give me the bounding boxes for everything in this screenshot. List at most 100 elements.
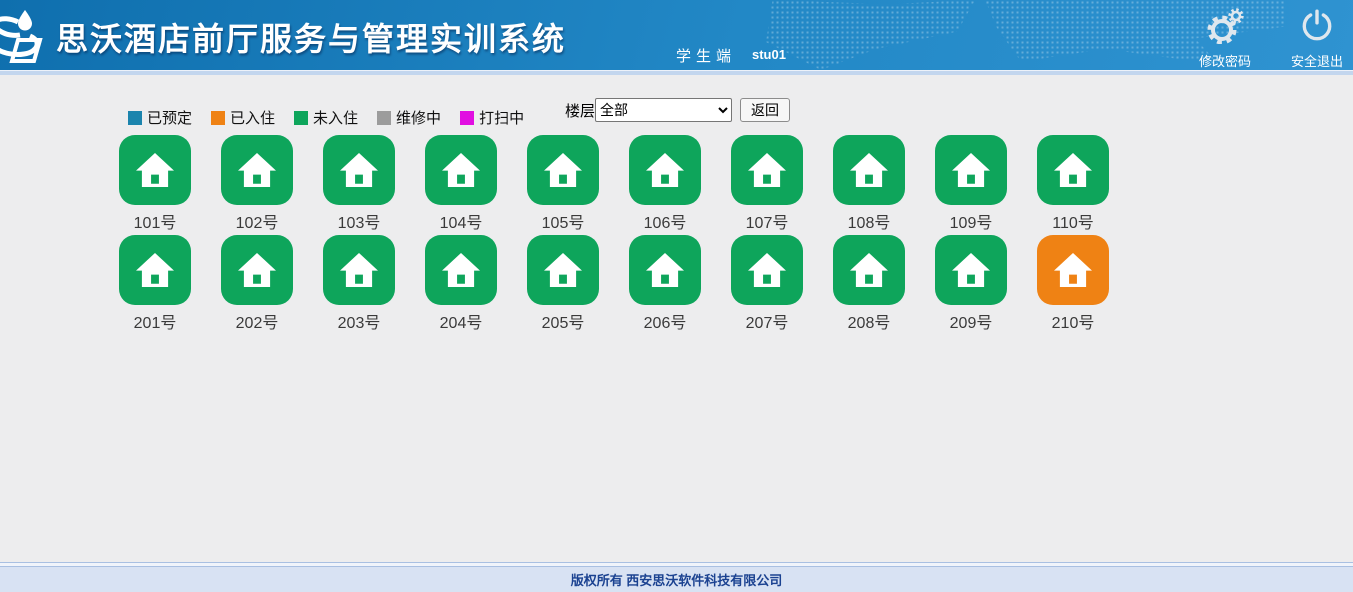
- legend-label: 打扫中: [479, 107, 524, 128]
- house-icon: [746, 151, 788, 189]
- app-logo: [0, 6, 54, 66]
- room-cell: 103号: [323, 135, 395, 233]
- back-button[interactable]: 返回: [740, 98, 790, 122]
- room-tile[interactable]: [221, 235, 293, 305]
- room-number-label: 102号: [221, 209, 293, 233]
- room-number-label: 209号: [935, 309, 1007, 333]
- power-icon: [1299, 8, 1335, 44]
- house-icon: [236, 151, 278, 189]
- room-cell: 109号: [935, 135, 1007, 233]
- legend-item: 已入住: [211, 107, 275, 128]
- page-title: 思沃酒店前厅服务与管理实训系统: [56, 14, 566, 60]
- room-cell: 206号: [629, 235, 701, 333]
- room-number-label: 206号: [629, 309, 701, 333]
- room-number-label: 204号: [425, 309, 497, 333]
- room-number-label: 201号: [119, 309, 191, 333]
- floor-filter-bar: 楼层 全部 返回: [565, 98, 790, 122]
- room-cell: 201号: [119, 235, 191, 333]
- room-tile[interactable]: [833, 235, 905, 305]
- legend-item: 已预定: [128, 107, 192, 128]
- room-number-label: 210号: [1037, 309, 1109, 333]
- floor-label: 楼层: [565, 100, 595, 121]
- room-row: 201号 202号 203号 204号 205号 206号 207号 208号 209号 210号: [119, 235, 1109, 333]
- room-tile[interactable]: [323, 235, 395, 305]
- room-cell: 209号: [935, 235, 1007, 333]
- header-bar: 思沃酒店前厅服务与管理实训系统 学生端 stu01 修改密码 安全退出: [0, 0, 1353, 70]
- room-number-label: 104号: [425, 209, 497, 233]
- copyright-text: 版权所有 西安思沃软件科技有限公司: [571, 570, 783, 589]
- room-tile[interactable]: [323, 135, 395, 205]
- room-tile[interactable]: [935, 235, 1007, 305]
- house-icon: [440, 151, 482, 189]
- logout-button[interactable]: 安全退出: [1282, 8, 1352, 70]
- room-tile[interactable]: [629, 235, 701, 305]
- house-icon: [1052, 251, 1094, 289]
- room-tile[interactable]: [119, 135, 191, 205]
- room-tile[interactable]: [527, 135, 599, 205]
- room-tile[interactable]: [221, 135, 293, 205]
- room-number-label: 203号: [323, 309, 395, 333]
- role-label: 学生端: [676, 45, 736, 66]
- room-number-label: 202号: [221, 309, 293, 333]
- room-tile[interactable]: [833, 135, 905, 205]
- room-tile[interactable]: [629, 135, 701, 205]
- room-tile[interactable]: [731, 135, 803, 205]
- room-tile[interactable]: [935, 135, 1007, 205]
- room-cell: 203号: [323, 235, 395, 333]
- room-tile[interactable]: [527, 235, 599, 305]
- house-icon: [848, 251, 890, 289]
- house-icon: [542, 251, 584, 289]
- world-map-dots: [755, 0, 975, 70]
- room-cell: 107号: [731, 135, 803, 233]
- house-icon: [644, 151, 686, 189]
- house-icon: [236, 251, 278, 289]
- house-icon: [134, 151, 176, 189]
- legend-color-swatch: [294, 111, 308, 125]
- legend-item: 打扫中: [460, 107, 524, 128]
- room-grid: 101号 102号 103号 104号 105号 106号 107号 108号 109号 110号…: [119, 135, 1109, 335]
- floor-select[interactable]: 全部: [595, 98, 732, 122]
- room-number-label: 105号: [527, 209, 599, 233]
- username-label: stu01: [752, 47, 786, 62]
- logout-label: 安全退出: [1282, 51, 1352, 70]
- legend-color-swatch: [460, 111, 474, 125]
- house-icon: [440, 251, 482, 289]
- room-cell: 202号: [221, 235, 293, 333]
- main-content: 已预定 已入住 未入住 维修中 打扫中 楼层 全部 返回 101号 102号 103号 104…: [0, 75, 1353, 562]
- room-number-label: 103号: [323, 209, 395, 233]
- room-number-label: 109号: [935, 209, 1007, 233]
- house-icon: [338, 151, 380, 189]
- house-icon: [848, 151, 890, 189]
- room-cell: 205号: [527, 235, 599, 333]
- room-tile[interactable]: [1037, 235, 1109, 305]
- room-tile[interactable]: [1037, 135, 1109, 205]
- house-icon: [338, 251, 380, 289]
- room-number-label: 208号: [833, 309, 905, 333]
- change-password-button[interactable]: 修改密码: [1190, 8, 1260, 70]
- room-number-label: 207号: [731, 309, 803, 333]
- room-tile[interactable]: [425, 235, 497, 305]
- app-window: 思沃酒店前厅服务与管理实训系统 学生端 stu01 修改密码 安全退出 已预定已…: [0, 0, 1353, 592]
- house-icon: [950, 151, 992, 189]
- legend-color-swatch: [128, 111, 142, 125]
- legend-label: 未入住: [313, 107, 358, 128]
- house-icon: [542, 151, 584, 189]
- footer-bar: 版权所有 西安思沃软件科技有限公司: [0, 567, 1353, 592]
- room-number-label: 106号: [629, 209, 701, 233]
- legend-label: 已入住: [230, 107, 275, 128]
- legend-label: 维修中: [396, 107, 441, 128]
- room-number-label: 101号: [119, 209, 191, 233]
- house-icon: [644, 251, 686, 289]
- room-number-label: 110号: [1037, 209, 1109, 233]
- gear-icon: [1205, 8, 1245, 44]
- room-cell: 108号: [833, 135, 905, 233]
- house-icon: [134, 251, 176, 289]
- room-tile[interactable]: [425, 135, 497, 205]
- change-password-label: 修改密码: [1190, 51, 1260, 70]
- room-cell: 102号: [221, 135, 293, 233]
- room-tile[interactable]: [731, 235, 803, 305]
- room-cell: 210号: [1037, 235, 1109, 333]
- room-tile[interactable]: [119, 235, 191, 305]
- room-cell: 105号: [527, 135, 599, 233]
- legend-item: 维修中: [377, 107, 441, 128]
